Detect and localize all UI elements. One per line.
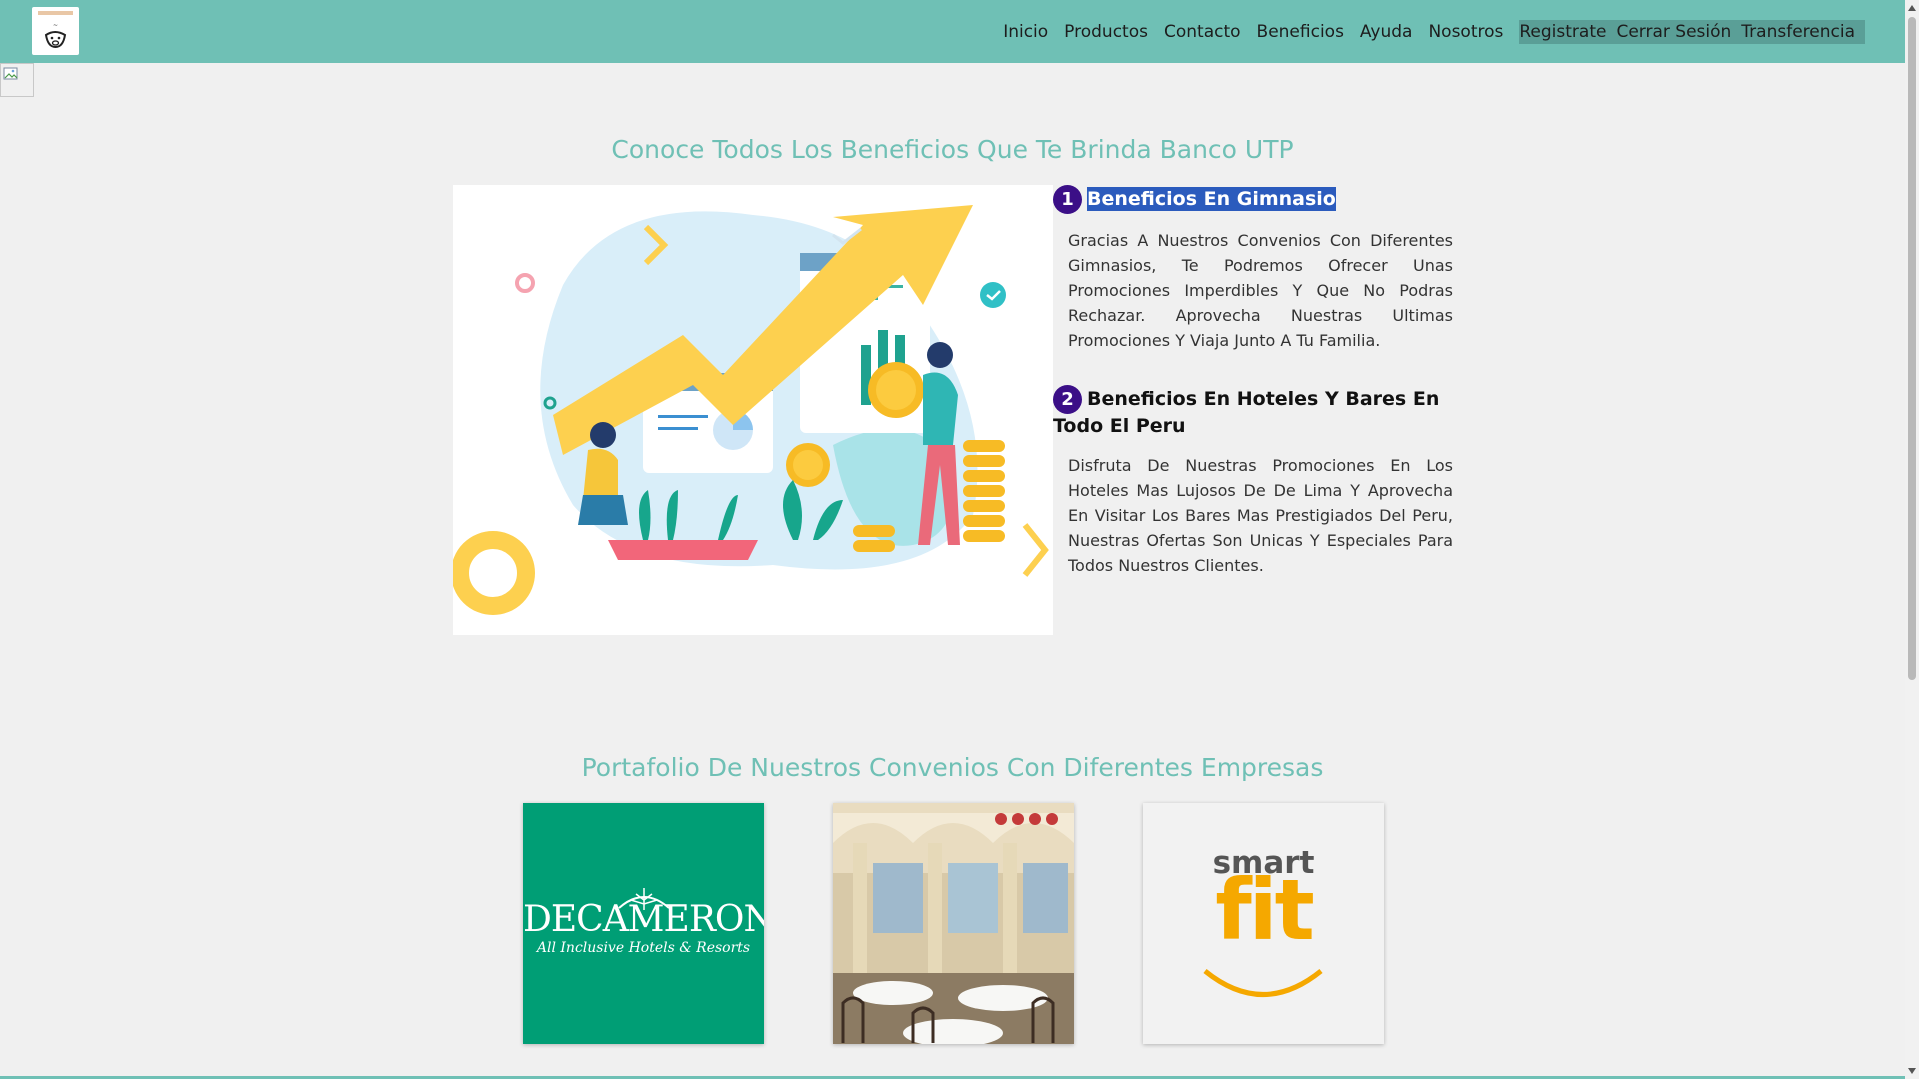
nav-contacto[interactable]: Contacto: [1164, 20, 1241, 44]
broken-image-icon: [0, 63, 34, 97]
decameron-card[interactable]: DECAMERON All Inclusive Hotels & Resorts: [523, 803, 764, 1044]
main-nav: Inicio Productos Contacto Beneficios Ayu…: [987, 20, 1865, 44]
benefit-hotels-heading: 2 Beneficios En Hoteles Y Bares En Todo E…: [1053, 385, 1453, 439]
nav-inicio[interactable]: Inicio: [1003, 20, 1048, 44]
top-navbar: ~ Inicio Productos Contacto Beneficios A…: [0, 0, 1905, 63]
decameron-tagline: All Inclusive Hotels & Resorts: [536, 940, 751, 956]
benefit-hotels: 2 Beneficios En Hoteles Y Bares En Todo E…: [1053, 385, 1453, 578]
benefit-gym-title: Beneficios En Gimnasio: [1087, 187, 1336, 211]
nav-cerrar-sesion[interactable]: Cerrar Sesión: [1616, 20, 1731, 44]
benefit-gym-heading: 1 Beneficios En Gimnasio: [1053, 185, 1453, 214]
smartfit-card[interactable]: smart fit: [1143, 803, 1384, 1044]
bank-logo[interactable]: ~: [32, 7, 79, 55]
number-badge: 1: [1053, 185, 1082, 214]
nav-registrate[interactable]: Registrate: [1519, 20, 1606, 44]
benefit-gym-text: Gracias A Nuestros Convenios Con Diferen…: [1068, 231, 1453, 350]
portfolio-section-title: Portafolio De Nuestros Convenios Con Dif…: [581, 753, 1324, 782]
benefit-gym: 1 Beneficios En Gimnasio Gracias A Nuestr…: [1053, 185, 1453, 353]
growth-illustration: [453, 185, 1053, 635]
scroll-up-icon[interactable]: [1908, 5, 1916, 11]
account-nav-group: Registrate Cerrar Sesión Transferencia: [1519, 20, 1865, 44]
benefits-section-title: Conoce Todos Los Beneficios Que Te Brind…: [611, 135, 1294, 164]
benefit-hotels-title: Beneficios En Hoteles Y Bares En Todo El…: [1053, 388, 1440, 437]
restaurant-terrace-photo[interactable]: [833, 803, 1074, 1044]
number-badge: 2: [1053, 385, 1082, 414]
decameron-name: DECAMERON: [523, 899, 764, 940]
smile-swoosh-icon: [1203, 969, 1323, 997]
nav-nosotros[interactable]: Nosotros: [1428, 20, 1503, 44]
scroll-down-icon[interactable]: [1908, 1068, 1916, 1074]
benefit-hotels-text: Disfruta De Nuestras Promociones En Los …: [1068, 456, 1453, 575]
scrollbar-thumb[interactable]: [1908, 17, 1916, 680]
svg-text:~: ~: [53, 22, 58, 29]
page-scrollbar[interactable]: [1905, 0, 1919, 1079]
nav-ayuda[interactable]: Ayuda: [1360, 20, 1413, 44]
partner-logos: DECAMERON All Inclusive Hotels & Resorts: [523, 803, 1384, 1044]
nav-beneficios[interactable]: Beneficios: [1257, 20, 1344, 44]
nav-productos[interactable]: Productos: [1064, 20, 1148, 44]
nav-transferencia[interactable]: Transferencia: [1741, 20, 1855, 44]
